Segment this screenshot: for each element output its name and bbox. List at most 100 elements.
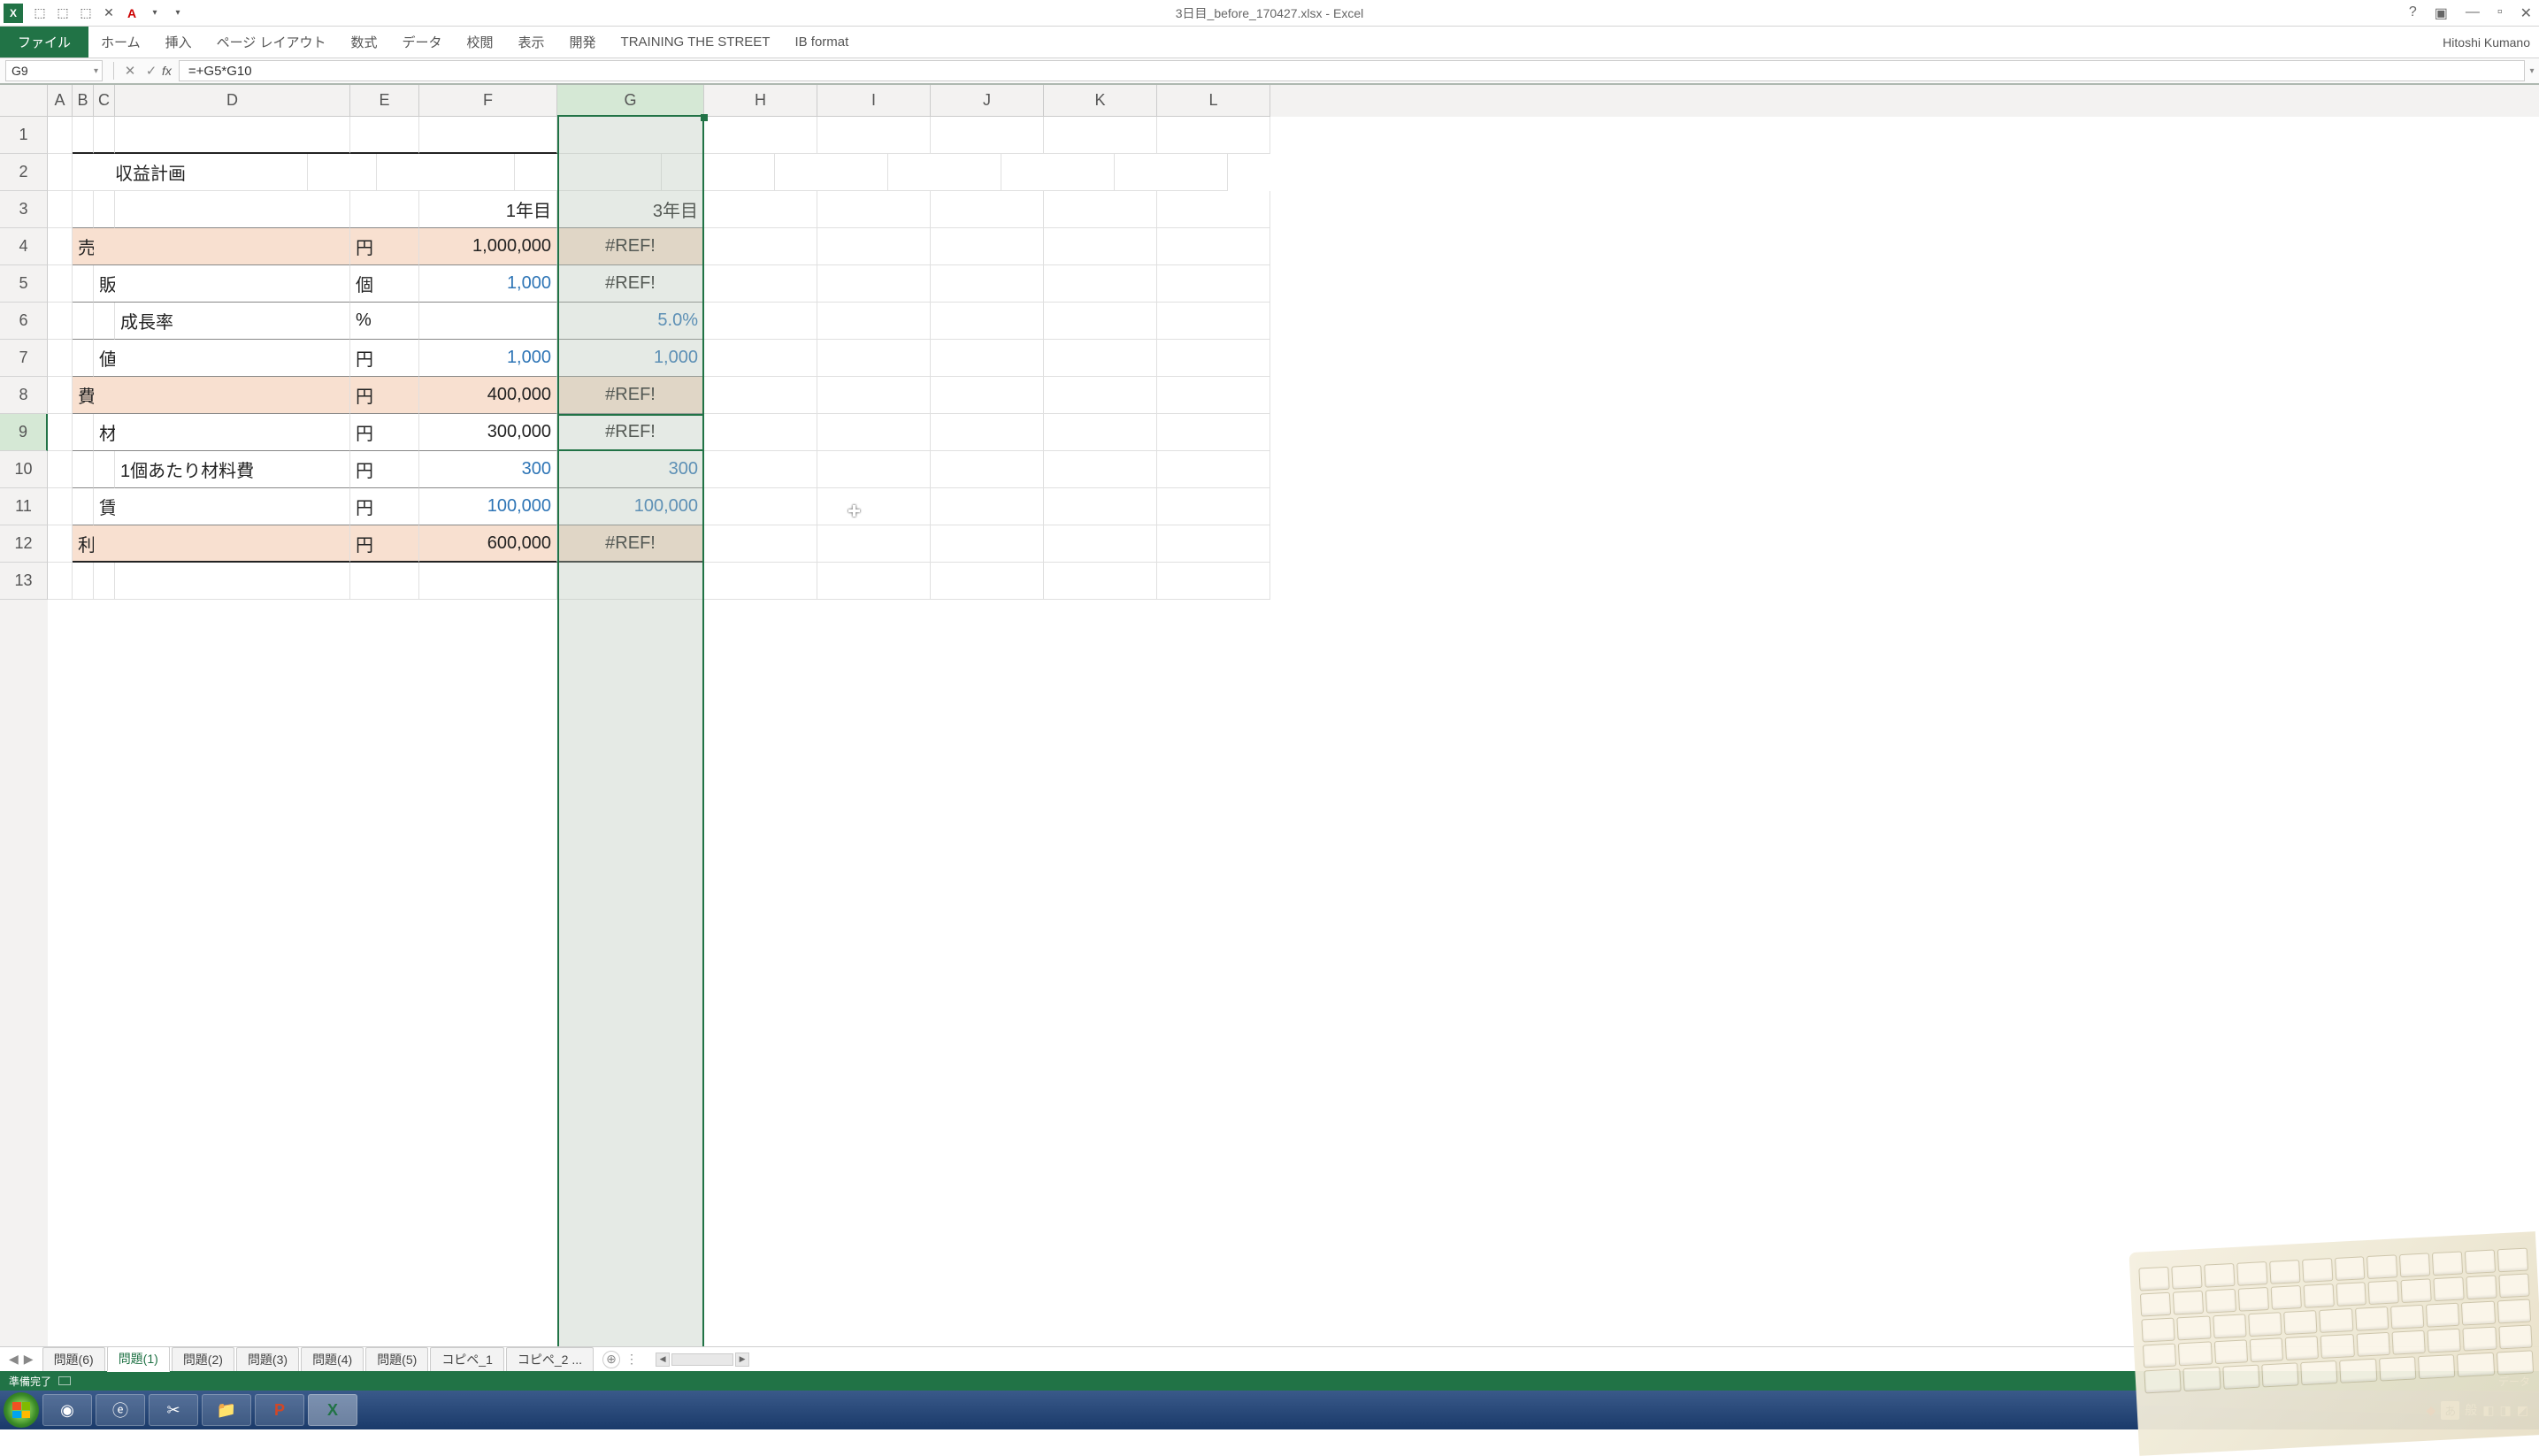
- cell-B4[interactable]: 売上: [73, 228, 94, 265]
- cell-D10[interactable]: 1個あたり材料費: [115, 451, 350, 488]
- cell-E5[interactable]: 個: [350, 265, 419, 303]
- enter-formula-button[interactable]: ✓: [141, 63, 162, 79]
- cell-E7[interactable]: 円: [350, 340, 419, 377]
- taskbar-powerpoint[interactable]: P: [255, 1394, 304, 1426]
- cell-G3[interactable]: 3年目: [557, 191, 704, 228]
- start-button[interactable]: [4, 1392, 39, 1428]
- taskbar-chrome[interactable]: ◉: [42, 1394, 92, 1426]
- cell-E4[interactable]: 円: [350, 228, 419, 265]
- sheet-tab-0[interactable]: 問題(6): [42, 1347, 105, 1371]
- cell-E6[interactable]: %: [350, 303, 419, 340]
- select-all-corner[interactable]: [0, 85, 48, 117]
- sheet-tabs-more-icon[interactable]: ⋮: [625, 1352, 638, 1367]
- row-header-2[interactable]: 2: [0, 154, 48, 191]
- row-header-3[interactable]: 3: [0, 191, 48, 228]
- formula-input[interactable]: =+G5*G10: [179, 60, 2525, 81]
- close-button[interactable]: ✕: [2517, 4, 2535, 22]
- new-sheet-button[interactable]: ⊕: [602, 1351, 620, 1368]
- row-header-8[interactable]: 8: [0, 377, 48, 414]
- cell-F9[interactable]: 300,000: [419, 414, 557, 451]
- qat-font-color-icon[interactable]: A: [122, 4, 142, 23]
- taskbar-ie[interactable]: ⓔ: [96, 1394, 145, 1426]
- cell-F10[interactable]: 300: [419, 451, 557, 488]
- sheet-nav-buttons[interactable]: ◀▶: [0, 1352, 42, 1367]
- tab-insert[interactable]: 挿入: [153, 27, 204, 57]
- cell-B8[interactable]: 費用: [73, 377, 94, 414]
- cell-F12[interactable]: 600,000: [419, 525, 557, 563]
- row-header-4[interactable]: 4: [0, 228, 48, 265]
- cell-F8[interactable]: 400,000: [419, 377, 557, 414]
- tab-page-layout[interactable]: ページ レイアウト: [204, 27, 339, 57]
- row-header-1[interactable]: 1: [0, 117, 48, 154]
- col-header-H[interactable]: H: [704, 85, 817, 117]
- col-header-D[interactable]: D: [115, 85, 350, 117]
- cell-C9[interactable]: 材料費: [94, 414, 115, 451]
- spreadsheet-grid[interactable]: A B C D E F G H I J K L 1 2 3 4 5 6 7 8 …: [0, 85, 2539, 1346]
- macro-record-icon[interactable]: [58, 1376, 71, 1385]
- cell-G10[interactable]: 300: [557, 451, 704, 488]
- cell-E10[interactable]: 円: [350, 451, 419, 488]
- row-header-13[interactable]: 13: [0, 563, 48, 600]
- cell-G7[interactable]: 1,000: [557, 340, 704, 377]
- cell-G9[interactable]: #REF!: [557, 414, 704, 451]
- tab-developer[interactable]: 開発: [557, 27, 609, 57]
- cell-G5[interactable]: #REF!: [557, 265, 704, 303]
- cell-F5[interactable]: 1,000: [419, 265, 557, 303]
- expand-formula-bar-button[interactable]: ▾: [2525, 66, 2539, 76]
- qat-more-icon[interactable]: ▾: [168, 4, 188, 23]
- sheet-tab-4[interactable]: 問題(4): [301, 1347, 364, 1371]
- col-header-E[interactable]: E: [350, 85, 419, 117]
- tab-file[interactable]: ファイル: [0, 27, 88, 57]
- col-header-L[interactable]: L: [1157, 85, 1270, 117]
- taskbar-snipping[interactable]: ✂: [149, 1394, 198, 1426]
- row-header-6[interactable]: 6: [0, 303, 48, 340]
- cell-C5[interactable]: 販売数: [94, 265, 115, 303]
- cell-F11[interactable]: 100,000: [419, 488, 557, 525]
- row-header-12[interactable]: 12: [0, 525, 48, 563]
- sheet-tab-1[interactable]: 問題(1): [107, 1346, 170, 1372]
- col-header-I[interactable]: I: [817, 85, 931, 117]
- cancel-formula-button[interactable]: ✕: [119, 63, 141, 79]
- row-header-7[interactable]: 7: [0, 340, 48, 377]
- col-header-J[interactable]: J: [931, 85, 1044, 117]
- row-header-9[interactable]: 9: [0, 414, 48, 451]
- signed-in-user[interactable]: Hitoshi Kumano: [2443, 35, 2530, 50]
- qat-dropdown-icon[interactable]: ▾: [145, 4, 165, 23]
- cell-E8[interactable]: 円: [350, 377, 419, 414]
- tab-home[interactable]: ホーム: [88, 27, 153, 57]
- cell-G6[interactable]: 5.0%: [557, 303, 704, 340]
- cell-G11[interactable]: 100,000: [557, 488, 704, 525]
- insert-function-button[interactable]: fx: [162, 64, 172, 78]
- cell-G4[interactable]: #REF!: [557, 228, 704, 265]
- cells-area[interactable]: 収益計画 1年目 3年目 売上 円 1,000,000 #REF! 販売数 個: [48, 117, 2539, 1346]
- col-header-F[interactable]: F: [419, 85, 557, 117]
- minimize-button[interactable]: —: [2462, 4, 2483, 22]
- tab-formulas[interactable]: 数式: [338, 27, 389, 57]
- restore-button[interactable]: ▫: [2494, 4, 2506, 22]
- qat-icon-3[interactable]: ⬚: [76, 4, 96, 23]
- col-header-C[interactable]: C: [94, 85, 115, 117]
- tab-view[interactable]: 表示: [506, 27, 557, 57]
- taskbar-explorer[interactable]: 📁: [202, 1394, 251, 1426]
- sheet-tab-5[interactable]: 問題(5): [365, 1347, 428, 1371]
- cell-F3[interactable]: 1年目: [419, 191, 557, 228]
- cell-G8[interactable]: #REF!: [557, 377, 704, 414]
- cell-D6[interactable]: 成長率: [115, 303, 350, 340]
- col-header-K[interactable]: K: [1044, 85, 1157, 117]
- tab-ib-format[interactable]: IB format: [782, 27, 861, 57]
- cell-B12[interactable]: 利益: [73, 525, 94, 563]
- qat-icon-4[interactable]: ✕: [99, 4, 119, 23]
- name-box[interactable]: G9: [5, 60, 103, 81]
- sheet-tab-2[interactable]: 問題(2): [172, 1347, 234, 1371]
- cell-G12[interactable]: #REF!: [557, 525, 704, 563]
- row-header-11[interactable]: 11: [0, 488, 48, 525]
- qat-icon-2[interactable]: ⬚: [53, 4, 73, 23]
- tab-training-the-street[interactable]: TRAINING THE STREET: [609, 27, 783, 57]
- cell-E12[interactable]: 円: [350, 525, 419, 563]
- row-header-5[interactable]: 5: [0, 265, 48, 303]
- cell-F7[interactable]: 1,000: [419, 340, 557, 377]
- sheet-tab-7[interactable]: コピペ_2 ...: [506, 1347, 594, 1371]
- sheet-tab-3[interactable]: 問題(3): [236, 1347, 299, 1371]
- ribbon-display-button[interactable]: ▣: [2431, 4, 2451, 22]
- col-header-G[interactable]: G: [557, 85, 704, 117]
